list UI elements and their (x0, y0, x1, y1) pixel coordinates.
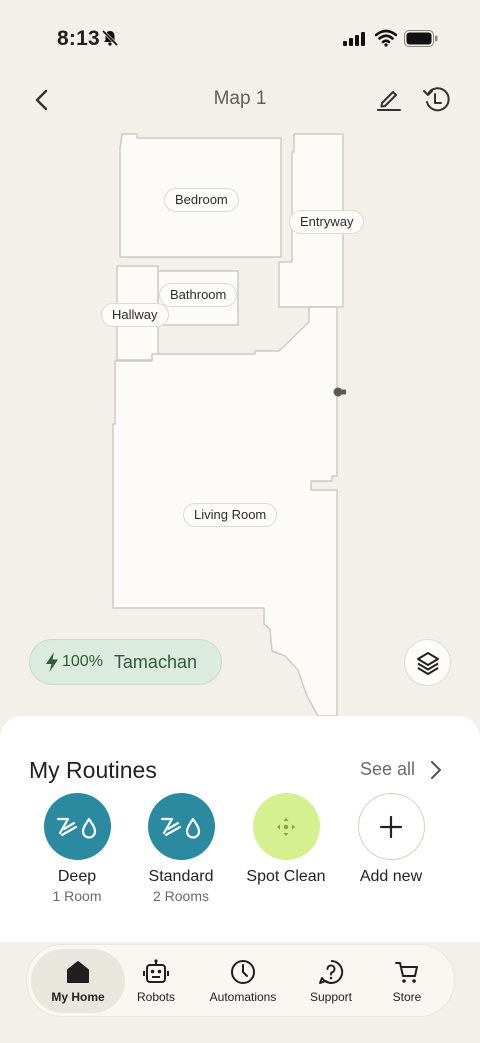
routine-standard-rooms: 2 Rooms (152, 888, 210, 904)
routine-standard-name: Standard (148, 868, 214, 885)
add-routine-button[interactable] (357, 793, 425, 860)
tab-robots[interactable]: Robots (127, 949, 185, 1013)
floor-map[interactable]: Bedroom Entryway Bathroom Hallway Living… (0, 124, 480, 724)
help-icon (319, 959, 344, 984)
spot-target-icon (277, 817, 295, 836)
see-all-link[interactable]: See all (360, 759, 415, 780)
room-label-living-room[interactable]: Living Room (183, 503, 278, 527)
home-icon (67, 961, 89, 983)
routine-deep-rooms: 1 Room (52, 888, 102, 904)
map-title: Map 1 (213, 88, 267, 109)
routine-standard[interactable]: Standard 2 Rooms (126, 793, 236, 904)
room-label-bedroom[interactable]: Bedroom (164, 188, 239, 212)
tab-support-label: Support (309, 990, 353, 1004)
routines-title: My Routines (29, 757, 157, 783)
layers-icon (416, 651, 439, 675)
edit-pencil-icon[interactable] (374, 84, 404, 114)
cellular-signal-icon (343, 32, 365, 46)
routine-deep[interactable]: Deep 1 Room (22, 793, 132, 904)
tab-store-label: Store (392, 990, 422, 1004)
wifi-icon (375, 29, 397, 47)
routine-add-new[interactable]: Add new (336, 793, 446, 886)
room-label-hallway[interactable]: Hallway (101, 303, 169, 327)
routine-spot-clean-name: Spot Clean (246, 868, 326, 885)
routine-deep-name: Deep (57, 868, 97, 885)
plus-icon (379, 815, 403, 838)
chevron-right-icon[interactable] (429, 759, 443, 781)
lightning-bolt-icon (46, 652, 58, 672)
status-time: 8:13 (57, 27, 100, 50)
tab-my-home-label: My Home (51, 990, 105, 1004)
routine-spot-clean-circle[interactable] (252, 793, 320, 860)
map-history-icon[interactable] (421, 83, 453, 115)
routines-panel: My Routines See all Deep 1 Room Standard… (0, 716, 480, 942)
routine-standard-circle[interactable] (147, 793, 215, 860)
bottom-tab-bar: My Home Robots Automations Support Store (26, 944, 455, 1017)
cart-icon (395, 962, 418, 983)
clock-icon (231, 960, 255, 984)
tab-support[interactable]: Support (299, 949, 363, 1013)
robot-name: Tamachan (113, 651, 197, 672)
room-label-entryway[interactable]: Entryway (289, 210, 365, 234)
tab-my-home[interactable]: My Home (31, 949, 125, 1013)
robot-status-pill[interactable]: 100% Tamachan (29, 639, 222, 685)
map-layers-button[interactable] (404, 639, 451, 686)
top-nav: Map 1 (0, 74, 480, 124)
floor-plan (112, 133, 346, 717)
routine-spot-clean[interactable]: Spot Clean (231, 793, 341, 886)
status-bar: 8:13 (0, 0, 480, 70)
battery-percentage: 100% (62, 653, 103, 670)
tab-automations-label: Automations (209, 990, 277, 1004)
routine-add-new-name: Add new (359, 868, 423, 885)
tab-robots-label: Robots (136, 990, 176, 1004)
routine-deep-circle[interactable] (43, 793, 111, 860)
tab-automations[interactable]: Automations (199, 949, 287, 1013)
robot-dock-icon (333, 387, 346, 397)
bell-muted-icon (101, 29, 119, 47)
robot-icon (143, 959, 169, 983)
battery-icon (404, 30, 438, 47)
room-label-bathroom[interactable]: Bathroom (159, 283, 238, 307)
vacuum-mop-icon (160, 817, 201, 839)
tab-store[interactable]: Store (377, 949, 437, 1013)
vacuum-mop-icon (56, 817, 97, 839)
